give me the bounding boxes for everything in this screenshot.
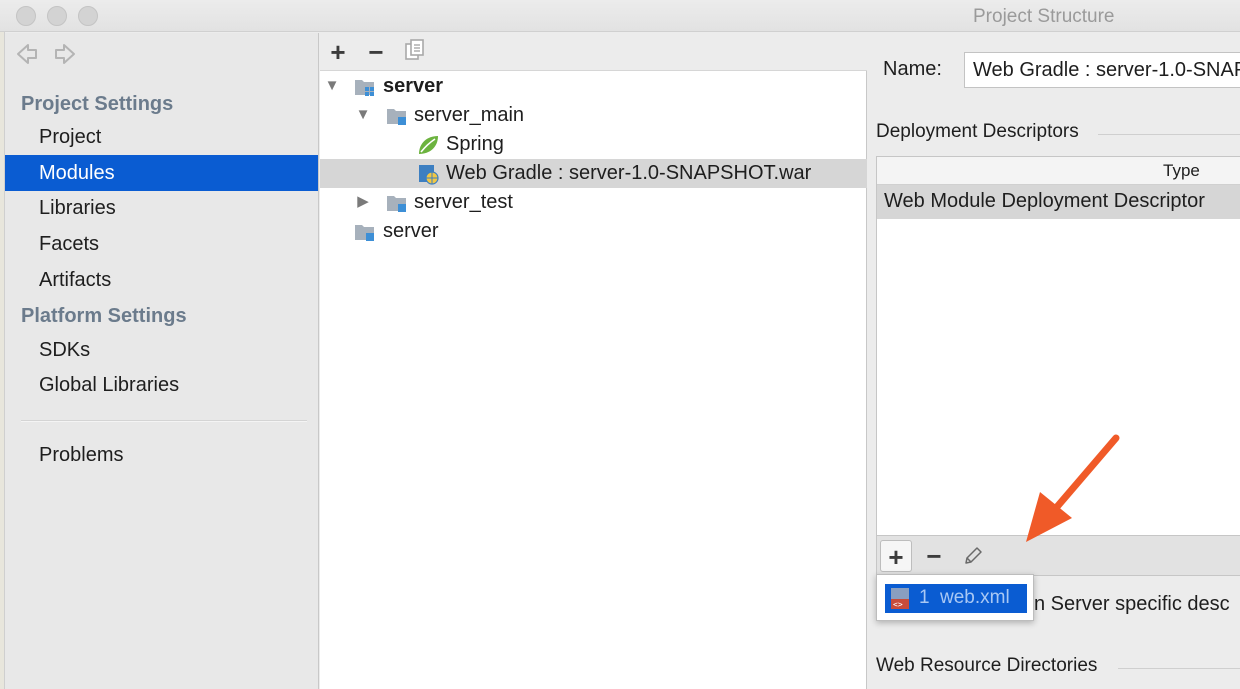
name-label: Name:: [883, 58, 942, 80]
zoom-window-button[interactable]: [78, 6, 98, 26]
collapse-triangle-icon[interactable]: ▶: [355, 192, 371, 212]
group-divider: [1118, 668, 1240, 669]
title-bar: Project Structure: [0, 0, 1240, 32]
settings-sidebar: Project Settings Project Modules Librari…: [5, 33, 319, 689]
name-input[interactable]: Web Gradle : server-1.0-SNAPSHOT.war: [964, 52, 1240, 88]
sidebar-item-problems[interactable]: Problems: [5, 437, 318, 473]
table-header: Type: [877, 157, 1240, 185]
web-resource-directories-title: Web Resource Directories: [876, 655, 1098, 676]
window-title: Project Structure: [973, 6, 1115, 27]
remove-descriptor-button[interactable]: −: [918, 540, 950, 572]
module-folder-icon: [386, 105, 408, 127]
popup-item-web-xml[interactable]: <> 1 web.xml: [885, 584, 1027, 613]
copy-icon[interactable]: [400, 37, 430, 67]
remove-button[interactable]: −: [361, 37, 391, 67]
sidebar-item-libraries[interactable]: Libraries: [5, 190, 318, 226]
forward-arrow-icon[interactable]: [51, 41, 79, 69]
add-descriptor-button[interactable]: +: [880, 540, 912, 572]
sidebar-item-project[interactable]: Project: [5, 119, 318, 155]
tree-node-label: Spring: [446, 133, 504, 155]
sidebar-item-modules[interactable]: Modules: [5, 155, 318, 191]
sidebar-item-sdks[interactable]: SDKs: [5, 332, 318, 368]
expand-triangle-icon[interactable]: ▼: [324, 76, 340, 96]
module-folder-icon: [354, 221, 376, 243]
module-folder-icon: [386, 192, 408, 214]
svg-text:<>: <>: [893, 600, 903, 609]
tree-node-label: server: [383, 75, 444, 97]
sidebar-item-facets[interactable]: Facets: [5, 226, 318, 262]
tree-node-server-test[interactable]: ▶ server_test: [320, 188, 867, 217]
table-row[interactable]: Web Module Deployment Descriptor: [877, 185, 1240, 219]
sidebar-item-global-libraries[interactable]: Global Libraries: [5, 367, 318, 403]
spring-leaf-icon: [417, 134, 439, 156]
group-divider: [1098, 134, 1240, 135]
web-facet-icon: [417, 163, 439, 185]
module-folder-icon: [354, 76, 376, 98]
sidebar-item-artifacts[interactable]: Artifacts: [5, 262, 318, 298]
tree-node-label: server_main: [414, 104, 525, 126]
annotation-arrow: [1026, 434, 1120, 542]
project-settings-header: Project Settings: [21, 93, 174, 115]
add-server-specific-descriptor-button[interactable]: n Server specific desc: [1034, 593, 1230, 616]
back-arrow-icon[interactable]: [13, 41, 41, 69]
tree-toolbar: + −: [320, 33, 867, 71]
expand-triangle-icon[interactable]: ▼: [355, 105, 371, 125]
tree-node-label: Web Gradle : server-1.0-SNAPSHOT.war: [446, 162, 812, 184]
sidebar-divider: [21, 420, 307, 422]
tree-node-server-module[interactable]: ▼ server: [320, 72, 867, 101]
add-button[interactable]: +: [323, 37, 353, 67]
tree-node-label: server_test: [414, 191, 513, 213]
pencil-icon[interactable]: [957, 540, 989, 572]
column-header-type[interactable]: Type: [1163, 161, 1200, 181]
close-window-button[interactable]: [16, 6, 36, 26]
table-cell-descriptor: Web Module Deployment Descriptor: [884, 190, 1205, 212]
deployment-descriptors-title: Deployment Descriptors: [876, 121, 1079, 142]
descriptor-popup-menu: <> 1 web.xml: [876, 574, 1034, 621]
xml-file-icon: <>: [889, 587, 913, 616]
tree-node-server-main[interactable]: ▼ server_main: [320, 101, 867, 130]
tree-node-spring-facet[interactable]: Spring: [320, 130, 867, 159]
tree-node-web-facet[interactable]: Web Gradle : server-1.0-SNAPSHOT.war: [320, 159, 867, 188]
tree-node-label: server: [383, 220, 439, 242]
popup-item-label: web.xml: [940, 587, 1010, 608]
module-tree-panel: + − ▼ server ▼ server_main Spring Web Gr…: [320, 33, 867, 689]
popup-item-number: 1: [919, 587, 930, 608]
minimize-window-button[interactable]: [47, 6, 67, 26]
platform-settings-header: Platform Settings: [21, 305, 187, 327]
tree-node-server[interactable]: server: [320, 217, 867, 246]
